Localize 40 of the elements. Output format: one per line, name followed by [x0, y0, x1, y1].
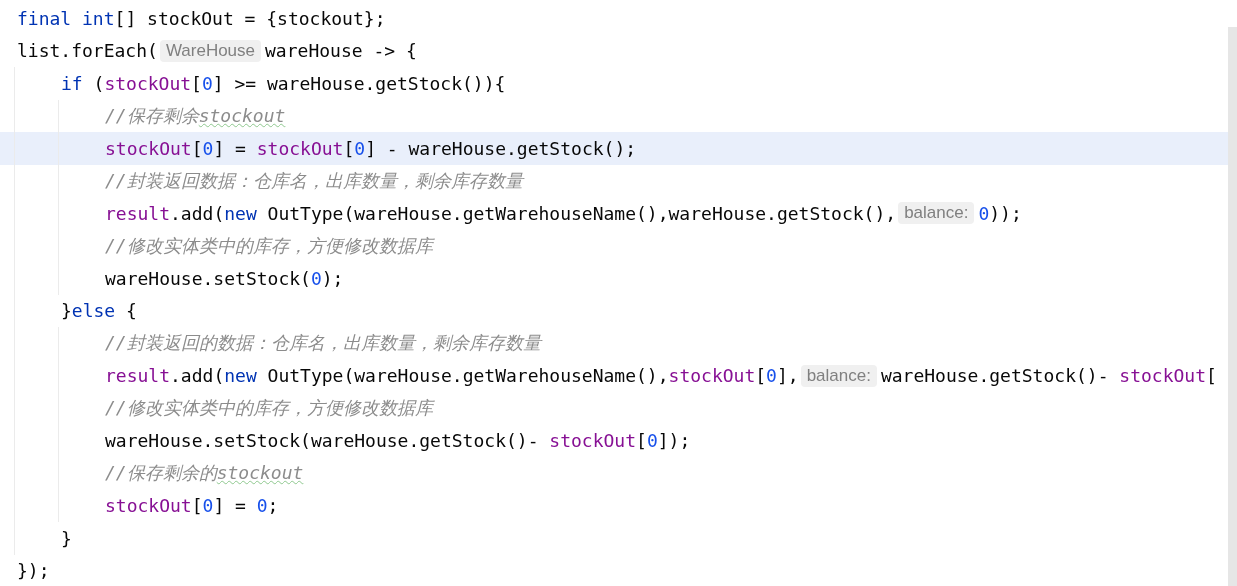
editor-line[interactable]: if (stockOut[0] >= wareHouse.getStock()){ — [0, 67, 1228, 100]
editor-line[interactable]: result.add(new OutType(wareHouse.getWarehouseName(),stockOut[0], balance: wareHouse.getStock()- stockOut[ — [0, 359, 1228, 392]
editor-line[interactable]: //封装返回的数据：仓库名，出库数量，剩余库存数量 — [0, 327, 1228, 360]
editor-line[interactable]: result.add(new OutType(wareHouse.getWarehouseName(),wareHouse.getStock(), balance: 0)); — [0, 197, 1228, 230]
code-text: }else { — [61, 300, 137, 322]
code-text: result.add(new OutType(wareHouse.getWarehouseName(),wareHouse.getStock(), — [105, 202, 897, 224]
editor-line[interactable]: //封装返回数据：仓库名，出库数量，剩余库存数量 — [0, 164, 1228, 197]
code-text: result.add(new OutType(wareHouse.getWarehouseName(),stockOut[0], — [105, 365, 799, 387]
code-text: list.forEach( — [17, 40, 158, 62]
code-text: stockOut[0] = 0; — [105, 495, 279, 517]
code-text: //封装返回数据：仓库名，出库数量，剩余库存数量 — [105, 168, 523, 193]
editor-line[interactable]: final int[] stockOut = {stockout}; — [0, 2, 1228, 35]
code-text: //保存剩余stockout — [105, 103, 286, 128]
code-text: if (stockOut[0] >= wareHouse.getStock()){ — [61, 72, 506, 94]
code-text: }); — [17, 560, 50, 582]
editor-line[interactable]: //修改实体类中的库存，方便修改数据库 — [0, 392, 1228, 425]
code-text: wareHouse -> { — [265, 40, 417, 62]
editor-line[interactable]: //修改实体类中的库存，方便修改数据库 — [0, 229, 1228, 262]
inlay-hint: WareHouse — [159, 39, 262, 62]
code-text: wareHouse.getStock()- stockOut[ — [880, 365, 1217, 387]
code-text: //保存剩余的stockout — [105, 461, 304, 486]
code-text: final int[] stockOut = {stockout}; — [17, 7, 386, 29]
scrollbar[interactable] — [1228, 27, 1237, 586]
code-text: wareHouse.setStock(0); — [105, 267, 344, 289]
editor-line[interactable]: }else { — [0, 294, 1228, 327]
code-text: 0)); — [978, 202, 1022, 224]
code-text: //修改实体类中的库存，方便修改数据库 — [105, 396, 433, 421]
code-text: wareHouse.setStock(wareHouse.getStock()- stockOut[0]); — [105, 430, 691, 452]
inlay-hint: balance: — [898, 202, 975, 225]
editor-line[interactable]: }); — [0, 554, 1228, 586]
inlay-hint: balance: — [800, 364, 877, 387]
code-text: //修改实体类中的库存，方便修改数据库 — [105, 233, 433, 258]
editor-line[interactable]: wareHouse.setStock(0); — [0, 262, 1228, 295]
editor-line[interactable]: } — [0, 522, 1228, 555]
editor-line[interactable]: list.forEach( WareHouse wareHouse -> { — [0, 34, 1228, 67]
editor-line[interactable]: wareHouse.setStock(wareHouse.getStock()- stockOut[0]); — [0, 424, 1228, 457]
code-text: stockOut[0] = stockOut[0] - wareHouse.getStock(); — [105, 137, 637, 159]
code-text: } — [61, 527, 72, 549]
editor-line[interactable]: stockOut[0] = 0; — [0, 489, 1228, 522]
code-text: //封装返回的数据：仓库名，出库数量，剩余库存数量 — [105, 331, 541, 356]
